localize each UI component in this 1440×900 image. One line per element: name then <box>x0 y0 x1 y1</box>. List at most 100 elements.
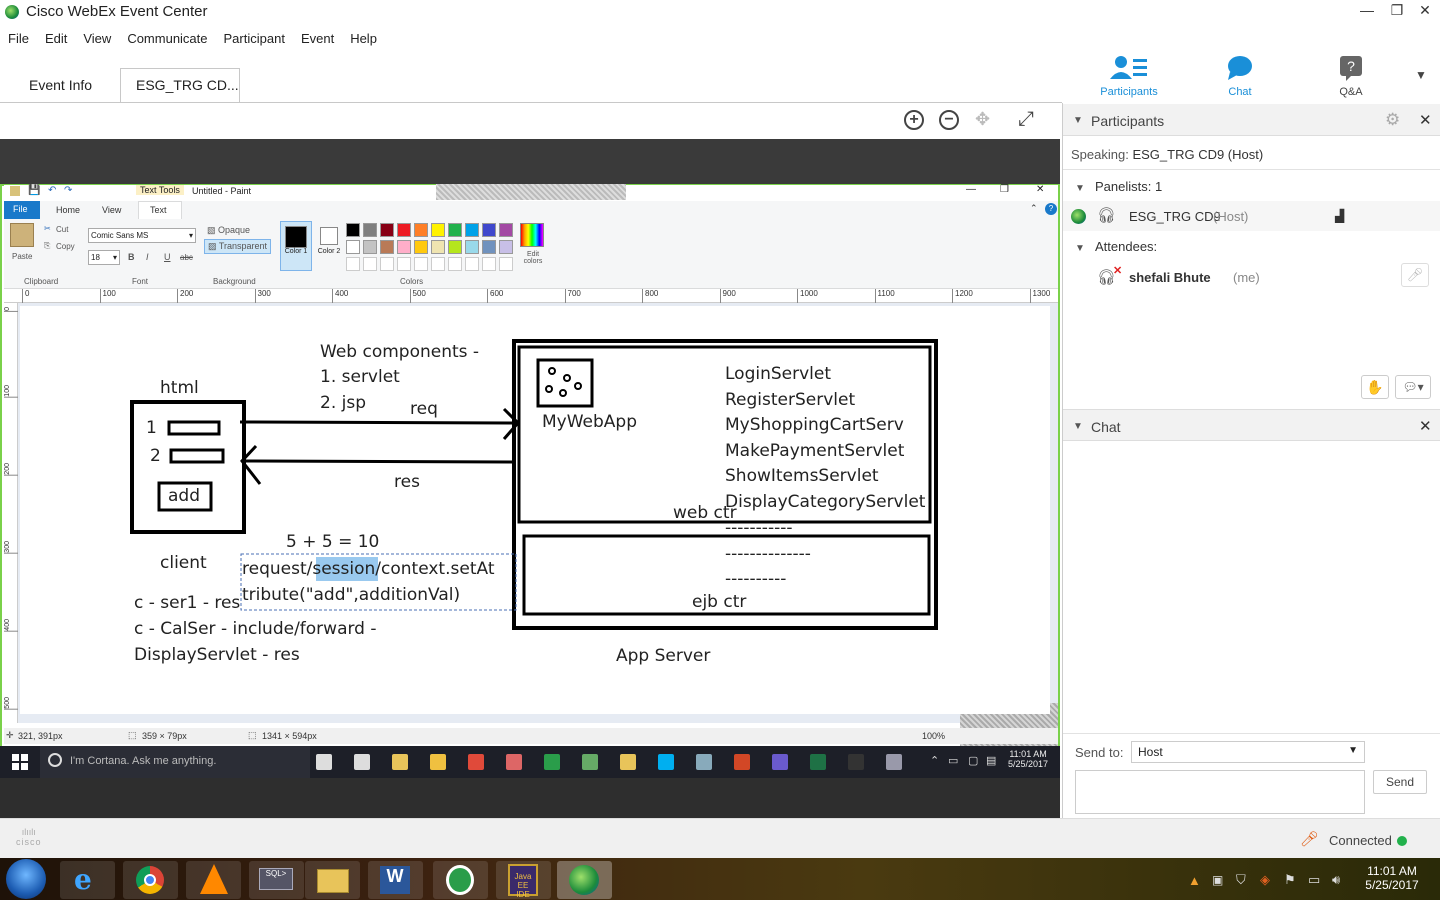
folder-icon[interactable] <box>620 754 636 770</box>
webex-icon[interactable] <box>544 754 560 770</box>
save-icon[interactable]: 💾 <box>28 185 40 196</box>
palette-empty-swatch[interactable] <box>482 257 496 271</box>
palette-swatch[interactable] <box>499 223 513 237</box>
chat-close-icon[interactable]: ✕ <box>1419 417 1432 435</box>
palette-swatch[interactable] <box>397 240 411 254</box>
paint-brush-icon[interactable] <box>886 754 902 770</box>
menu-edit[interactable]: Edit <box>37 28 75 46</box>
paint-tab-home[interactable]: Home <box>56 205 80 215</box>
palette-empty-swatch[interactable] <box>363 257 377 271</box>
participants-toggle[interactable]: Participants <box>1089 55 1169 98</box>
menu-participant[interactable]: Participant <box>216 28 293 46</box>
ie-icon[interactable]: e <box>60 861 115 899</box>
palette-swatch[interactable] <box>465 223 479 237</box>
palette-empty-swatch[interactable] <box>499 257 513 271</box>
tab-event-info[interactable]: Event Info <box>10 70 110 102</box>
menu-view[interactable]: View <box>75 28 119 46</box>
menu-event[interactable]: Event <box>293 28 342 46</box>
palette-swatch[interactable] <box>346 240 360 254</box>
redo-icon[interactable]: ↷ <box>64 185 72 196</box>
palette-empty-swatch[interactable] <box>448 257 462 271</box>
palette-swatch[interactable] <box>397 223 411 237</box>
palette-swatch[interactable] <box>380 223 394 237</box>
raise-hand-button[interactable]: ✋ <box>1361 375 1389 399</box>
cortana-search[interactable]: I'm Cortana. Ask me anything. <box>40 746 310 778</box>
collapse-attendees-icon[interactable]: ▼ <box>1075 243 1085 254</box>
zoom-in-icon[interactable]: + <box>904 110 924 130</box>
paint-tab-view[interactable]: View <box>102 205 121 215</box>
task-view-icon[interactable] <box>316 754 332 770</box>
chrome-icon[interactable] <box>123 861 178 899</box>
file-explorer-icon[interactable] <box>305 861 360 899</box>
start-button-icon[interactable] <box>6 859 46 899</box>
opaque-option[interactable]: ▧ Opaque <box>207 225 250 236</box>
system-clock[interactable]: 11:01 AM 5/25/2017 <box>1356 864 1428 892</box>
palette-swatch[interactable] <box>380 240 394 254</box>
chat-toggle[interactable]: Chat <box>1200 55 1280 98</box>
paint-restore-button[interactable]: ❐ <box>1000 184 1009 195</box>
palette-swatch[interactable] <box>448 240 462 254</box>
powerpoint-icon[interactable] <box>734 754 750 770</box>
color2-button[interactable]: Color 2 <box>314 221 344 271</box>
edit-colors-label[interactable]: Edit colors <box>519 251 547 265</box>
cmd-icon[interactable] <box>848 754 864 770</box>
zoom-out-icon[interactable]: − <box>939 110 959 130</box>
palette-swatch[interactable] <box>431 223 445 237</box>
close-button[interactable]: ✕ <box>1410 2 1440 22</box>
chat-message-input[interactable] <box>1075 770 1365 814</box>
palette-empty-swatch[interactable] <box>465 257 479 271</box>
palette-swatch[interactable] <box>482 223 496 237</box>
undo-icon[interactable]: ↶ <box>48 185 56 196</box>
word-icon[interactable]: W <box>368 861 423 899</box>
collapse-panelists-icon[interactable]: ▼ <box>1075 183 1085 194</box>
store-icon[interactable] <box>354 754 370 770</box>
menu-communicate[interactable]: Communicate <box>119 28 215 46</box>
mute-button[interactable]: 🎤︎ <box>1401 263 1429 287</box>
tab-esg-trg[interactable]: ESG_TRG CD... <box>120 68 240 103</box>
qa-toggle[interactable]: ? Q&A <box>1311 55 1391 98</box>
participants-close-icon[interactable]: ✕ <box>1419 111 1432 129</box>
excel-icon[interactable] <box>810 754 826 770</box>
palette-swatch[interactable] <box>499 240 513 254</box>
webex-taskbar-icon[interactable] <box>557 861 612 899</box>
java-ee-ide-icon[interactable]: Java EE IDE <box>496 861 551 899</box>
fullscreen-icon[interactable]: ⤢ <box>1018 108 1034 131</box>
transparent-option[interactable]: ▨ Transparent <box>204 239 272 254</box>
tray-volume-icon[interactable]: 🔊︎ <box>1332 872 1340 888</box>
paint-close-button[interactable]: ✕ <box>1036 184 1044 195</box>
paint-canvas[interactable]: Web components - 1. servlet 2. jsp html … <box>20 306 1050 714</box>
minimize-button[interactable]: — <box>1352 2 1382 22</box>
color1-button[interactable]: Color 1 <box>280 221 312 271</box>
notes-icon[interactable] <box>430 754 446 770</box>
skype-icon[interactable] <box>658 754 674 770</box>
palette-swatch[interactable] <box>346 223 360 237</box>
paste-icon[interactable] <box>10 223 34 247</box>
paint-tab-file[interactable]: File <box>4 201 40 219</box>
folder-icon[interactable] <box>392 754 408 770</box>
paint-ribbon-collapse-icon[interactable]: ⌃ <box>1030 203 1038 214</box>
vlc-icon[interactable] <box>186 861 241 899</box>
chrome-icon[interactable] <box>468 754 484 770</box>
tray-chevron-icon[interactable]: ⌃ <box>930 754 939 767</box>
palette-swatch[interactable] <box>363 240 377 254</box>
strikethrough-icon[interactable]: abc <box>180 253 193 262</box>
send-button[interactable]: Send <box>1373 770 1427 794</box>
paint-icon[interactable] <box>696 754 712 770</box>
snipping-icon[interactable] <box>506 754 522 770</box>
palette-swatch[interactable] <box>414 223 428 237</box>
paint-help-icon[interactable]: ? <box>1045 203 1057 215</box>
palette-swatch[interactable] <box>414 240 428 254</box>
font-size-select[interactable]: 18 ▾ <box>88 250 120 265</box>
attendee-row[interactable]: 🎧︎ ✕ shefali Bhute (me) 🎤︎ <box>1063 261 1440 293</box>
font-family-select[interactable]: Comic Sans MS ▾ <box>88 228 196 243</box>
menu-help[interactable]: Help <box>342 28 385 46</box>
notepadpp-icon[interactable] <box>582 754 598 770</box>
panelist-row[interactable]: 🎧︎ ESG_TRG CD9 (Host) ▟ <box>1063 201 1440 231</box>
underline-icon[interactable]: U <box>164 252 171 262</box>
feedback-dropdown[interactable]: 💬︎▾ <box>1395 375 1431 399</box>
palette-swatch[interactable] <box>465 240 479 254</box>
cut-button[interactable]: Cut <box>56 225 68 234</box>
copy-button[interactable]: Copy <box>56 242 75 251</box>
collapse-chat-icon[interactable]: ▼ <box>1073 421 1083 432</box>
palette-swatch[interactable] <box>431 240 445 254</box>
